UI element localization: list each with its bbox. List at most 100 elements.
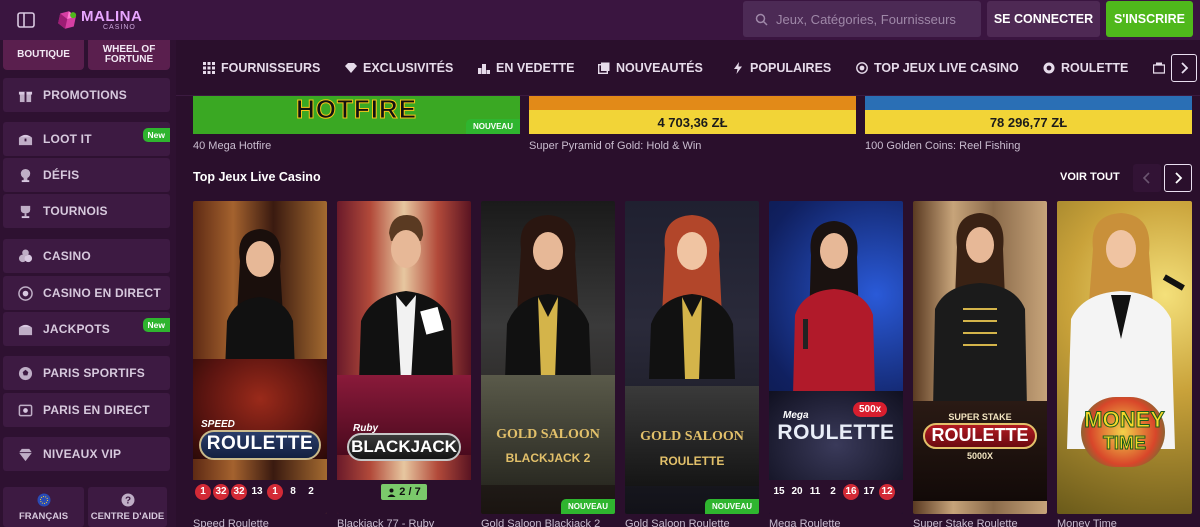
dice-icon: [17, 248, 33, 264]
dealer-image: [505, 215, 591, 379]
card-top-strip: [529, 96, 856, 110]
chevron-right-icon: [1181, 62, 1189, 74]
new-badge: New: [142, 318, 170, 332]
search-input[interactable]: [776, 11, 976, 27]
tab-exclusivites[interactable]: EXCLUSIVITÉS: [345, 60, 453, 76]
result-number: 1: [195, 484, 211, 500]
help-icon: ?: [121, 493, 134, 506]
help-center-button[interactable]: ? CENTRE D'AIDE: [88, 487, 167, 527]
sidebar-item-promotions[interactable]: PROMOTIONS: [3, 78, 170, 112]
result-numbers: 1 32 32 13 1 8 2: [195, 484, 319, 500]
tab-top-jeux-live-casino[interactable]: TOP JEUX LIVE CASINO: [856, 60, 1019, 76]
sidebar-item-defis[interactable]: DÉFIS: [3, 158, 170, 192]
dealer-image: [933, 213, 1027, 409]
sidebar-item-loot-it[interactable]: LOOT IT New: [3, 122, 170, 156]
tab-more-icon[interactable]: [1153, 60, 1171, 76]
game-logo-top: MONEY: [1084, 407, 1166, 433]
tab-en-vedette[interactable]: EN VEDETTE: [478, 60, 575, 76]
diamond-icon: [17, 446, 33, 462]
game-title[interactable]: Gold Saloon Roulette: [625, 518, 759, 527]
dealer-image: [359, 215, 453, 381]
tab-populaires[interactable]: POPULAIRES: [732, 60, 831, 76]
result-number: 8: [290, 486, 296, 497]
result-number: 1: [267, 484, 283, 500]
sidebar-item-casino-en-direct[interactable]: CASINO EN DIRECT: [3, 276, 170, 310]
roulette-icon: [1043, 62, 1055, 74]
new-icon: [598, 62, 610, 74]
login-button[interactable]: SE CONNECTER: [987, 1, 1100, 37]
user-icon: [387, 488, 396, 497]
tab-label: EXCLUSIVITÉS: [363, 61, 454, 75]
game-tile-gold-saloon-blackjack-2[interactable]: GOLD SALOON BLACKJACK 2 NOUVEAU: [481, 201, 615, 514]
language-button[interactable]: FRANÇAIS: [3, 487, 84, 527]
chest-icon: [17, 131, 33, 147]
tab-label: FOURNISSEURS: [221, 61, 321, 75]
sidebar-item-label: CASINO EN DIRECT: [43, 286, 161, 300]
search-icon: [755, 13, 768, 26]
chevron-right-icon: [1175, 172, 1183, 184]
result-number: 12: [879, 484, 895, 500]
game-logo-main: ROULETTE: [206, 433, 314, 454]
carousel-next-button[interactable]: [1164, 164, 1192, 192]
game-tile-mega-roulette[interactable]: 500x Mega ROULETTE 15 20 11 2 16 17 12: [769, 201, 903, 514]
brand-name: MALINA: [81, 8, 143, 25]
result-number: 2: [830, 486, 836, 497]
game-title[interactable]: Blackjack 77 - Ruby: [337, 518, 471, 527]
result-number: 11: [809, 486, 821, 497]
view-all-link[interactable]: VOIR TOUT: [1060, 171, 1120, 183]
carousel-prev-button[interactable]: [1133, 164, 1161, 192]
result-number: 20: [791, 486, 803, 497]
brand-logo[interactable]: MALINA CASINO: [56, 4, 142, 36]
search-box[interactable]: [743, 1, 981, 37]
tab-nouveautes[interactable]: NOUVEAUTÉS: [598, 60, 703, 76]
jackpot-amount: 78 296,77 ZŁ: [989, 115, 1068, 130]
sidebar-item-label: PARIS SPORTIFS: [43, 366, 145, 380]
game-logo-main: TIME: [1103, 433, 1147, 454]
game-card-hotfire[interactable]: HOTFIRE NOUVEAU: [193, 96, 520, 134]
sidebar-toggle-icon[interactable]: [16, 10, 36, 30]
sidebar-item-boutique[interactable]: BOUTIQUE: [3, 40, 84, 70]
gift-icon: [17, 87, 33, 103]
chevron-left-icon: [1142, 172, 1150, 184]
game-logo-top: SPEED: [201, 419, 235, 430]
game-tile-super-stake-roulette[interactable]: SUPER STAKE ROULETTE 5000X: [913, 201, 1047, 514]
game-tile-gold-saloon-roulette[interactable]: GOLD SALOON ROULETTE NOUVEAU: [625, 201, 759, 514]
sidebar-item-tournois[interactable]: TOURNOIS: [3, 194, 170, 228]
game-tile-blackjack-ruby[interactable]: Ruby BLACKJACK 2 / 7: [337, 201, 471, 514]
game-card-golden-coins[interactable]: 78 296,77 ZŁ: [865, 96, 1192, 134]
game-tile-speed-roulette[interactable]: SPEED ROULETTE 1 32 32 13 1 8 2: [193, 201, 327, 514]
flag-eu-icon: [37, 493, 50, 506]
tab-label: EN VEDETTE: [496, 61, 575, 75]
signup-button[interactable]: S'INSCRIRE: [1106, 1, 1193, 37]
sidebar-item-label: TOURNOIS: [43, 204, 108, 218]
game-card-super-pyramid[interactable]: 4 703,36 ZŁ: [529, 96, 856, 134]
game-title[interactable]: 40 Mega Hotfire: [193, 140, 271, 152]
sidebar-item-niveaux-vip[interactable]: NIVEAUX VIP: [3, 437, 170, 471]
sidebar-item-paris-sportifs[interactable]: PARIS SPORTIFS: [3, 356, 170, 390]
game-title[interactable]: Gold Saloon Blackjack 2: [481, 518, 615, 527]
dealer-image: [225, 229, 295, 371]
tab-label: ROULETTE: [1061, 61, 1129, 75]
sidebar-item-jackpots[interactable]: JACKPOTS New: [3, 312, 170, 346]
game-title[interactable]: 100 Golden Coins: Reel Fishing: [865, 140, 1020, 152]
sidebar-item-wheel-of-fortune[interactable]: WHEEL OF FORTUNE: [88, 40, 170, 70]
game-logo-top: GOLD SALOON: [640, 429, 744, 444]
result-number: 16: [843, 484, 859, 500]
category-nav: FOURNISSEURS EXCLUSIVITÉS EN VEDETTE NOU…: [176, 40, 1200, 96]
language-label: FRANÇAIS: [18, 510, 69, 522]
live-icon: [17, 402, 33, 418]
sidebar-item-casino[interactable]: CASINO: [3, 239, 170, 273]
game-title[interactable]: Speed Roulette: [193, 518, 327, 527]
sidebar-item-paris-en-direct[interactable]: PARIS EN DIRECT: [3, 393, 170, 427]
game-title[interactable]: Super Stake Roulette: [913, 518, 1047, 527]
tab-fournisseurs[interactable]: FOURNISSEURS: [203, 60, 320, 76]
cards-icon: [1153, 62, 1165, 74]
card-top-strip: [865, 96, 1192, 110]
game-title[interactable]: Money Time: [1057, 518, 1191, 527]
game-tile-money-time[interactable]: MONEY TIME: [1057, 201, 1192, 514]
tab-roulette[interactable]: ROULETTE: [1043, 60, 1128, 76]
game-title[interactable]: Super Pyramid of Gold: Hold & Win: [529, 140, 701, 152]
category-scroll-right-button[interactable]: [1171, 54, 1197, 82]
game-title[interactable]: Mega Roulette: [769, 518, 903, 527]
result-number: 15: [773, 486, 785, 497]
